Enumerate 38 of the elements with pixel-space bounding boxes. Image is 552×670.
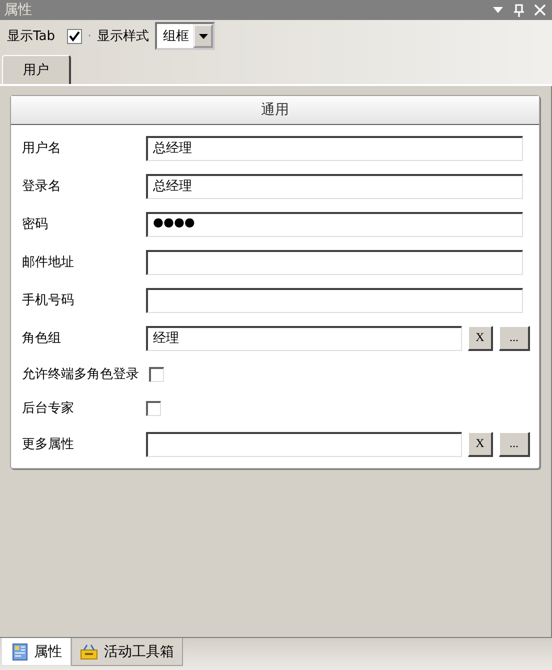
field-label: 登录名 [22,178,62,195]
close-icon[interactable] [534,4,546,16]
caret-icon [198,34,208,38]
browse-button[interactable]: ... [499,432,530,456]
input-field[interactable] [146,432,462,456]
field-label: 后台专家 [22,400,75,417]
show-tab-label: 显示Tab [7,28,56,45]
panel-tab[interactable]: 属性 [1,638,71,666]
input-field[interactable]: 总经理 [146,136,523,160]
field-label: 允许终端多角色登录 [22,366,140,383]
field-label: 更多属性 [22,436,75,453]
tab[interactable]: 用户 [2,55,71,84]
checkbox[interactable] [146,400,161,416]
field-label: 用户名 [22,140,62,157]
field-label: 手机号码 [22,292,75,309]
input-field[interactable] [146,288,523,312]
field-label: 角色组 [22,330,62,347]
pin-icon[interactable] [514,4,524,16]
window-title: 属性 [4,1,32,19]
group-title: 通用 [11,96,539,125]
input-field[interactable]: 经理 [146,326,462,350]
input-field[interactable] [146,250,523,274]
toolbox-icon [80,644,98,660]
panel-tab[interactable]: 活动工具箱 [71,638,183,666]
field-label: 邮件地址 [22,254,75,271]
property-sheet-icon [12,642,28,660]
clear-button[interactable]: X [468,432,493,456]
show-tab-checkbox[interactable] [67,28,82,44]
input-field[interactable]: 总经理 [146,174,523,198]
separator-dot: · [88,30,92,42]
field-label: 密码 [22,216,49,233]
clear-button[interactable]: X [468,326,493,350]
style-dropdown[interactable]: 组框 [155,22,216,50]
dropdown-icon[interactable] [492,6,504,14]
checkbox[interactable] [149,366,164,382]
password-field[interactable]: ●●●● [146,212,523,236]
style-label: 显示样式 [97,28,150,45]
browse-button[interactable]: ... [499,326,530,350]
